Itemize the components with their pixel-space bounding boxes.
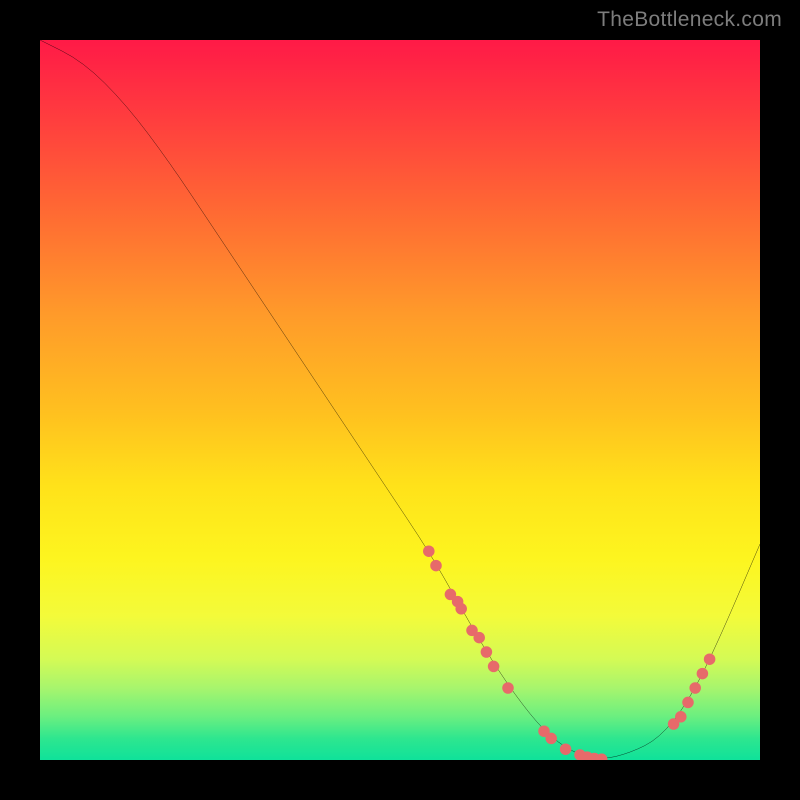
sample-point [675,711,687,723]
sample-point [473,632,485,644]
chart-svg [40,40,760,760]
sample-point [455,603,467,615]
watermark-text: TheBottleneck.com [597,8,782,32]
sample-points-group [423,545,715,760]
sample-point [481,646,493,658]
sample-point [560,743,572,755]
sample-point [697,668,709,680]
bottleneck-curve-line [40,40,760,758]
sample-point [423,545,435,557]
chart-stage: TheBottleneck.com [0,0,800,800]
sample-point [689,682,701,694]
plot-area [40,40,760,760]
sample-point [682,697,694,709]
sample-point [545,733,557,745]
sample-point [704,653,716,665]
sample-point [430,560,442,572]
sample-point [502,682,514,694]
sample-point [488,661,500,673]
